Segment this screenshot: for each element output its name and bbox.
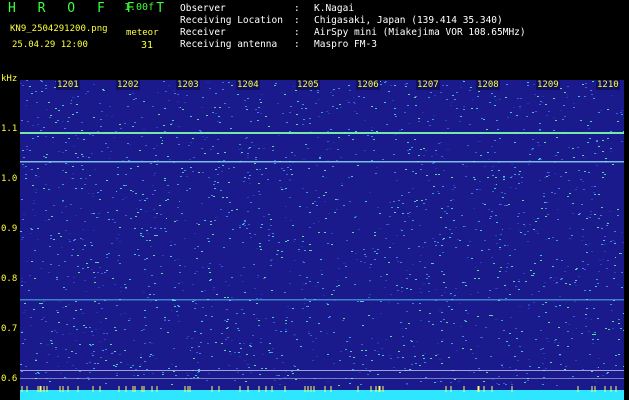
x-axis-label: 1204 — [236, 80, 260, 90]
x-axis-label: 1208 — [476, 80, 500, 90]
info-value: Chigasaki, Japan (139.414 35.340) — [314, 15, 503, 26]
x-axis-label: 1210 — [596, 80, 620, 90]
version-label: 1.00f — [124, 2, 155, 13]
x-axis-label: 1201 — [56, 80, 80, 90]
spectrogram-background — [20, 80, 624, 400]
x-axis-label: 1202 — [116, 80, 140, 90]
info-key: Receiving Location — [180, 15, 283, 26]
date-label: 25.04.29 12:00 — [12, 40, 88, 50]
info-colon: : — [294, 15, 300, 26]
unit-label: kHz — [1, 74, 18, 84]
signal-line — [20, 299, 624, 301]
y-axis-label: 0.9 — [1, 224, 18, 234]
spectrogram-canvas — [20, 80, 624, 400]
info-colon: : — [294, 27, 300, 38]
station-info: Observer: K.Nagai Receiving Location: Chig… — [180, 3, 526, 51]
y-axis-label: 1.0 — [1, 174, 18, 184]
x-axis-label: 1203 — [176, 80, 200, 90]
info-key: Receiving antenna — [180, 39, 278, 50]
info-row-receiver: Receiver: AirSpy mini (Miakejima VOR 108.… — [180, 27, 526, 39]
info-value: K.Nagai — [314, 3, 355, 14]
noise-floor-band — [20, 390, 624, 400]
x-axis-label: 1207 — [416, 80, 440, 90]
signal-line — [20, 161, 624, 163]
info-value: Maspro FM-3 — [314, 39, 377, 50]
info-row-location: Receiving Location: Chigasaki, Japan (139… — [180, 15, 526, 27]
info-colon: : — [294, 3, 300, 14]
y-axis-label: 0.7 — [1, 324, 18, 334]
x-axis-label: 1209 — [536, 80, 560, 90]
y-axis-label: 0.6 — [1, 374, 18, 384]
x-axis-label: 1206 — [356, 80, 380, 90]
y-axis-label: 1.1 — [1, 124, 18, 134]
info-colon: : — [294, 39, 300, 50]
info-key: Observer — [180, 3, 226, 14]
carrier-line — [20, 132, 624, 134]
meteor-label: meteor — [126, 28, 159, 38]
reference-line — [20, 370, 624, 371]
header-panel: H R O F F T 1.00f KN9_2504291200.png met… — [0, 0, 629, 74]
filename-label: KN9_2504291200.png — [10, 24, 108, 34]
y-axis-label: 0.8 — [1, 274, 18, 284]
info-value: AirSpy mini (Miakejima VOR 108.65MHz) — [314, 27, 526, 38]
spectrogram — [20, 80, 624, 400]
info-row-antenna: Receiving antenna: Maspro FM-3 — [180, 39, 526, 51]
x-axis-label: 1205 — [296, 80, 320, 90]
info-key: Receiver — [180, 27, 226, 38]
meteor-count: 31 — [141, 40, 154, 51]
reference-line — [20, 378, 624, 379]
info-row-observer: Observer: K.Nagai — [180, 3, 526, 15]
